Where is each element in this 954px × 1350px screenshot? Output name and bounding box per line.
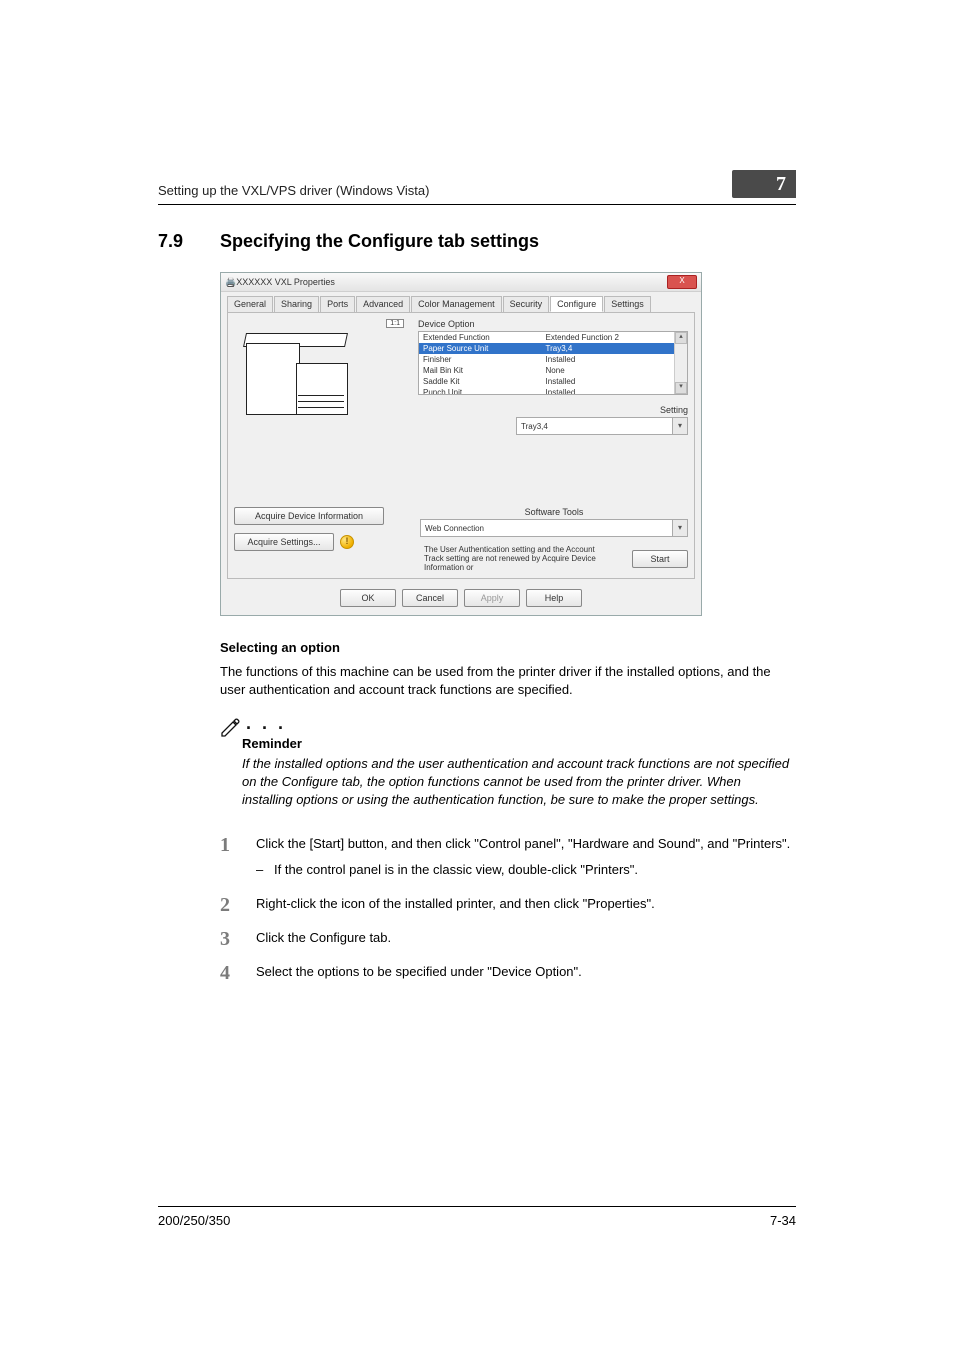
running-title: Setting up the VXL/VPS driver (Windows V… <box>158 183 732 198</box>
step-2: Right-click the icon of the installed pr… <box>220 895 796 913</box>
reminder-body: If the installed options and the user au… <box>242 755 794 809</box>
tab-advanced[interactable]: Advanced <box>356 296 410 312</box>
pencil-icon <box>220 718 240 738</box>
chevron-down-icon[interactable]: ▾ <box>672 418 687 434</box>
tab-ports[interactable]: Ports <box>320 296 355 312</box>
dialog-footer: OK Cancel Apply Help <box>221 583 701 615</box>
chevron-down-icon[interactable]: ▾ <box>672 520 687 536</box>
dialog-title: XXXXXX VXL Properties <box>236 277 667 287</box>
list-scrollbar[interactable]: ▴ ▾ <box>674 332 687 394</box>
software-tools-label: Software Tools <box>420 507 688 517</box>
tab-color-management[interactable]: Color Management <box>411 296 502 312</box>
subheading-selecting-option: Selecting an option <box>220 640 796 655</box>
list-item: Saddle KitInstalled <box>419 376 675 387</box>
reminder-block: . . . Reminder If the installed options … <box>220 713 796 809</box>
close-icon[interactable]: X <box>667 275 697 289</box>
acquire-device-info-button[interactable]: Acquire Device Information <box>234 507 384 525</box>
device-option-label: Device Option <box>418 319 688 329</box>
ok-button[interactable]: OK <box>340 589 396 607</box>
step-1: Click the [Start] button, and then click… <box>220 835 796 879</box>
body-paragraph: The functions of this machine can be use… <box>220 663 796 699</box>
cancel-button[interactable]: Cancel <box>402 589 458 607</box>
ellipsis-icon: . . . <box>246 713 286 734</box>
scroll-down-icon[interactable]: ▾ <box>675 382 687 394</box>
hint-text: The User Authentication setting and the … <box>424 545 614 572</box>
apply-button[interactable]: Apply <box>464 589 520 607</box>
software-tools-value: Web Connection <box>425 524 484 533</box>
setting-dropdown[interactable]: Tray3,4 ▾ <box>516 417 688 435</box>
page-footer: 200/250/350 7-34 <box>158 1206 796 1228</box>
step-3: Click the Configure tab. <box>220 929 796 947</box>
section-heading: 7.9Specifying the Configure tab settings <box>158 231 796 252</box>
tab-sharing[interactable]: Sharing <box>274 296 319 312</box>
tab-security[interactable]: Security <box>503 296 550 312</box>
step-1-sub: If the control panel is in the classic v… <box>256 861 796 879</box>
setting-dropdown-value: Tray3,4 <box>521 422 548 431</box>
list-item: Paper Source UnitTray3,4 <box>419 343 675 354</box>
dialog-tabs: General Sharing Ports Advanced Color Man… <box>227 296 695 312</box>
list-item: Extended FunctionExtended Function 2 <box>419 332 675 343</box>
footer-right: 7-34 <box>770 1213 796 1228</box>
tab-general[interactable]: General <box>227 296 273 312</box>
start-button[interactable]: Start <box>632 550 688 568</box>
footer-left: 200/250/350 <box>158 1213 770 1228</box>
tab-configure[interactable]: Configure <box>550 296 603 312</box>
acquire-settings-button[interactable]: Acquire Settings... <box>234 533 334 551</box>
list-item: Mail Bin KitNone <box>419 365 675 376</box>
scale-badge: 1:1 <box>386 319 404 328</box>
dialog-titlebar: 🖨️ XXXXXX VXL Properties X <box>221 273 701 292</box>
step-4: Select the options to be specified under… <box>220 963 796 981</box>
list-item: FinisherInstalled <box>419 354 675 365</box>
device-option-list[interactable]: Extended FunctionExtended Function 2 Pap… <box>418 331 688 395</box>
tab-settings[interactable]: Settings <box>604 296 651 312</box>
dialog-body: 1:1 Device Option <box>227 312 695 579</box>
list-item: Punch UnitInstalled <box>419 387 675 395</box>
warning-icon: ! <box>340 535 354 549</box>
properties-dialog: 🖨️ XXXXXX VXL Properties X General Shari… <box>220 272 702 616</box>
chapter-chip: 7 <box>732 170 796 198</box>
running-header: Setting up the VXL/VPS driver (Windows V… <box>158 170 796 205</box>
software-tools-dropdown[interactable]: Web Connection ▾ <box>420 519 688 537</box>
printer-illustration <box>246 333 356 423</box>
reminder-heading: Reminder <box>242 736 796 751</box>
setting-label: Setting <box>660 405 688 415</box>
steps-list: Click the [Start] button, and then click… <box>220 835 796 982</box>
printer-icon: 🖨️ <box>225 277 236 288</box>
section-title: Specifying the Configure tab settings <box>220 231 539 251</box>
help-button[interactable]: Help <box>526 589 582 607</box>
section-number: 7.9 <box>158 231 220 252</box>
